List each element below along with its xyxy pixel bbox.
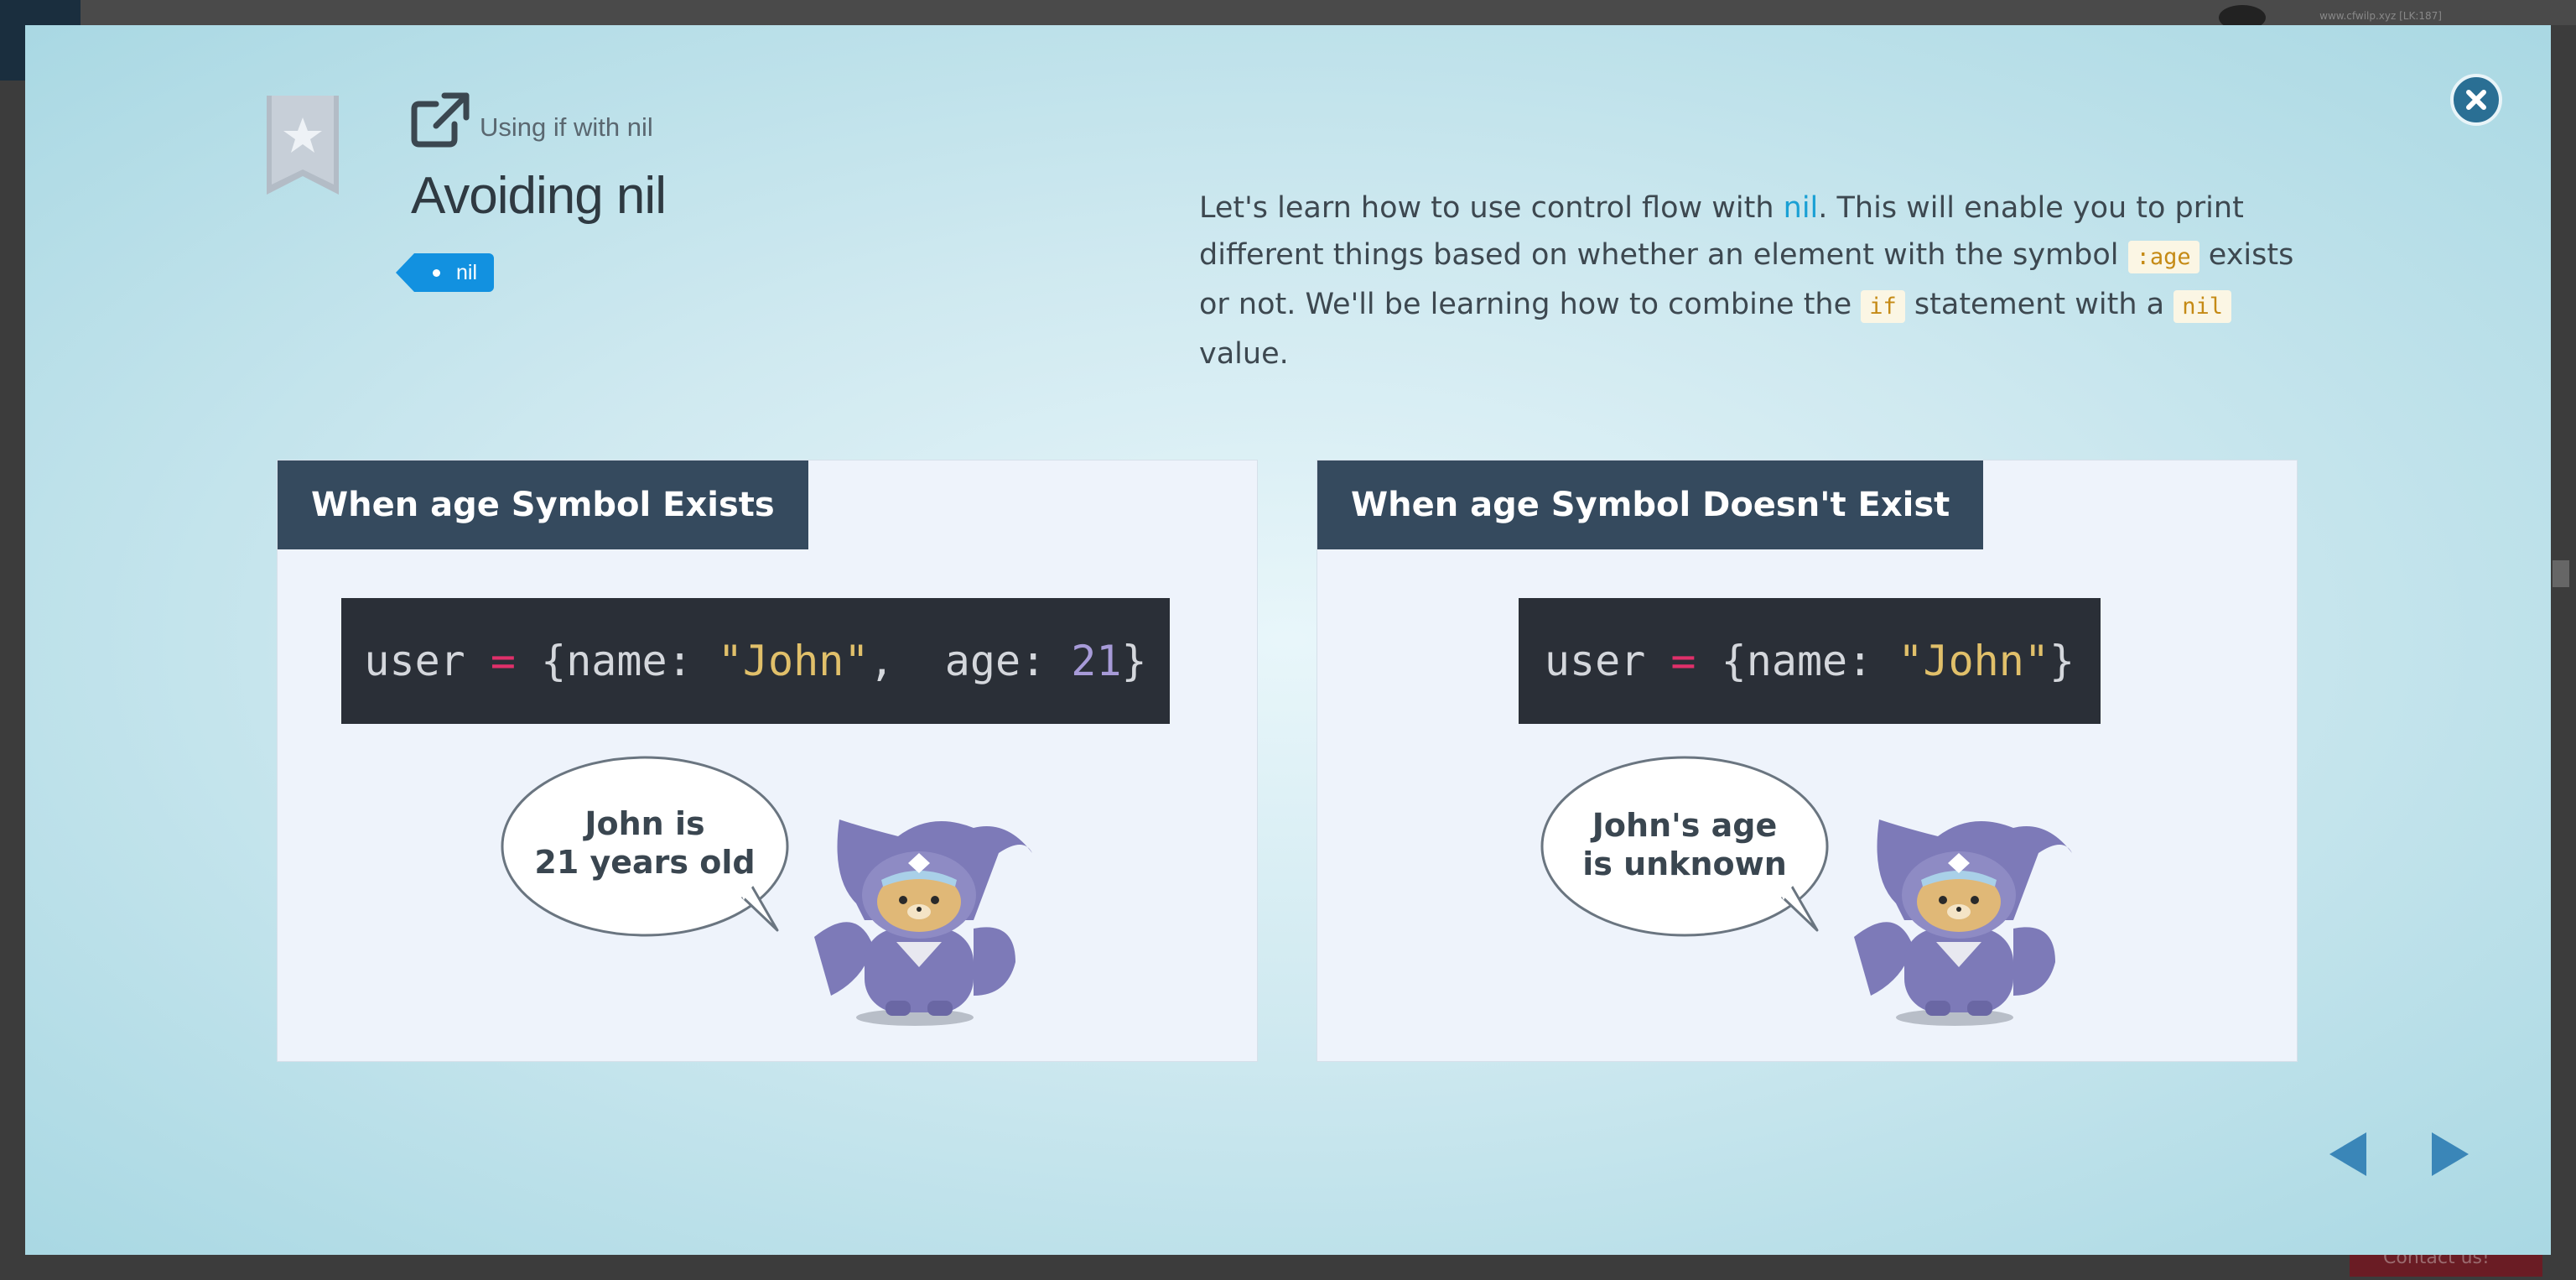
code-snippet: user = {name: "John", age: 21} [341, 598, 1170, 724]
speech-bubble-text: John is 21 years old [534, 805, 756, 881]
panel-header: When age Symbol Doesn't Exist [1317, 460, 1984, 549]
desc-code-nil: nil [2174, 290, 2231, 323]
desc-text: value. [1199, 337, 1289, 371]
external-link-icon[interactable] [411, 92, 470, 148]
desc-code-age: :age [2127, 241, 2199, 273]
panel-header: When age Symbol Exists [278, 460, 808, 549]
close-icon [2466, 90, 2486, 110]
lesson-title: Avoiding nil [411, 167, 667, 225]
code-string: "John" [1898, 637, 2049, 685]
lesson-subtitle: Using if with nil [480, 112, 653, 142]
arrow-right-icon[interactable] [2428, 1129, 2472, 1179]
ninja-mascot [814, 820, 1032, 1026]
code-operator: = [490, 637, 516, 685]
arrow-left-icon[interactable] [2326, 1129, 2370, 1179]
speech-bubble-text: John's age is unknown [1582, 807, 1787, 882]
code-token: user [1544, 637, 1671, 685]
desc-code-if: if [1861, 290, 1905, 323]
desc-keyword-nil: nil [1783, 191, 1819, 225]
code-token: } [1121, 637, 1147, 685]
desc-text: statement with a [1904, 288, 2174, 321]
background-scrollbar [2553, 560, 2569, 587]
code-string: "John" [717, 637, 870, 685]
code-operator: = [1670, 637, 1696, 685]
code-token: } [2049, 637, 2075, 685]
close-button[interactable] [2450, 74, 2502, 126]
topic-tag[interactable]: nil [395, 253, 495, 292]
ninja-mascot [1854, 820, 2072, 1026]
lesson-description: Let's learn how to use control flow with… [1199, 185, 2314, 377]
code-token: {name: [516, 637, 718, 685]
code-number: 21 [1071, 637, 1122, 685]
tag-dot-icon [433, 269, 440, 277]
desc-text: Let's learn how to use control flow with [1199, 191, 1784, 225]
background-topbar [0, 0, 2576, 25]
code-snippet: user = {name: "John"} [1519, 598, 2101, 724]
star-bookmark-icon[interactable] [267, 96, 339, 195]
slide-panel-exists: When age Symbol Exists user = {name: "Jo… [277, 460, 1258, 1062]
code-token: user [364, 637, 491, 685]
lesson-modal: Using if with nil Avoiding nil nil Let's… [25, 25, 2551, 1255]
background-url-text: www.cfwilp.xyz [LK:187] [2319, 10, 2442, 22]
topic-tag-label: nil [456, 261, 478, 284]
code-token: , age: [869, 637, 1072, 685]
slide-panel-not-exists: When age Symbol Doesn't Exist user = {na… [1317, 460, 2298, 1062]
code-token: {name: [1696, 637, 1898, 685]
